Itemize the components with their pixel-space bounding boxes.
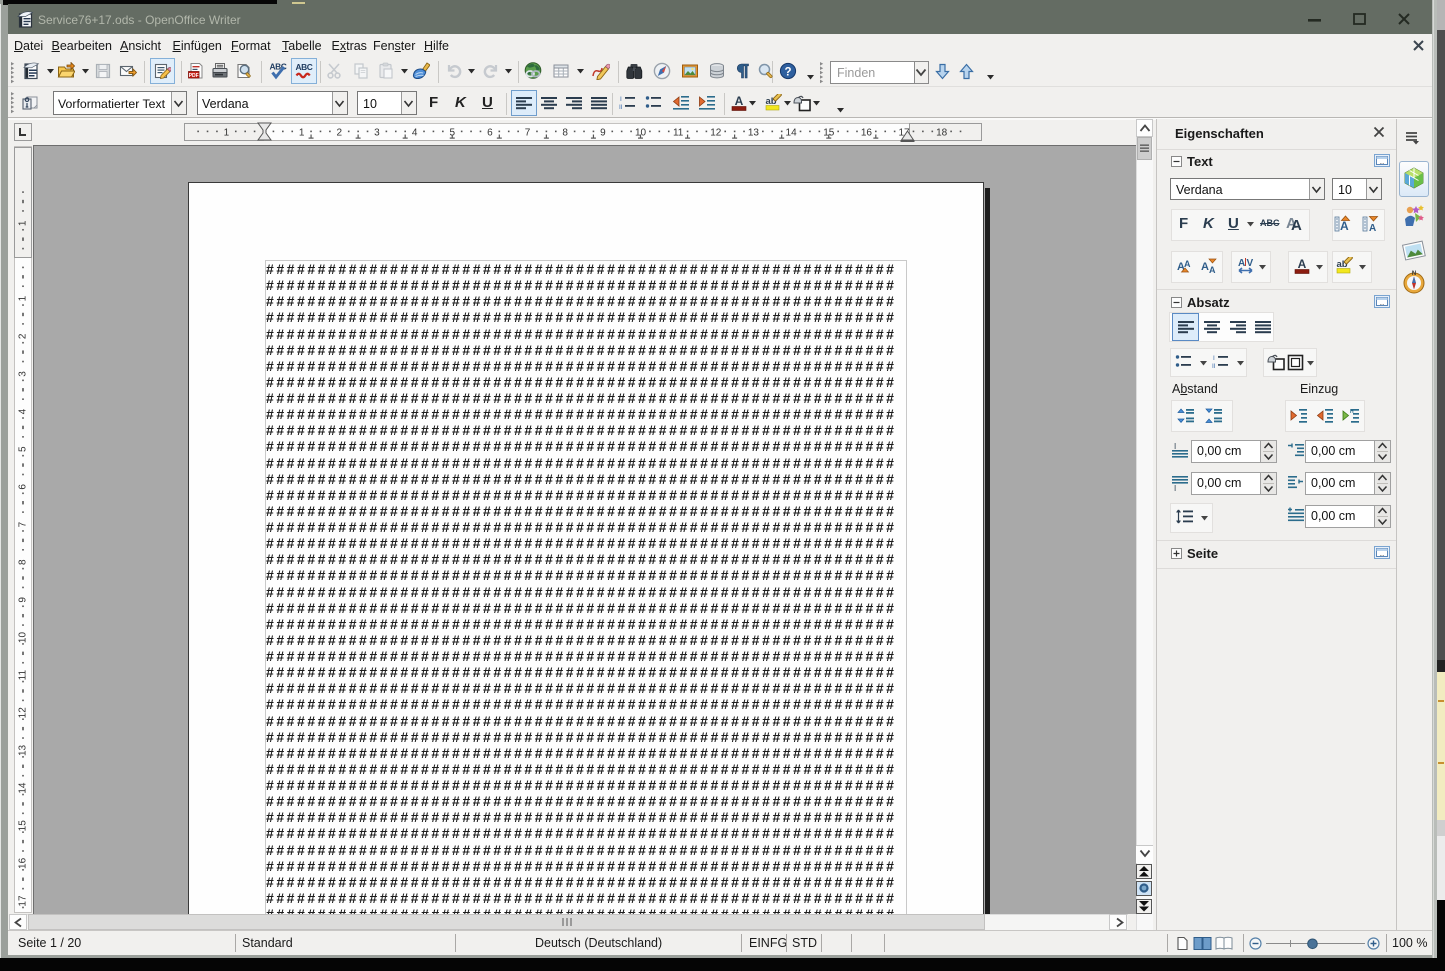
svg-text:12: 12 xyxy=(710,128,722,139)
svg-text:A: A xyxy=(1184,259,1191,269)
svg-text:7: 7 xyxy=(525,128,531,139)
svg-text:1: 1 xyxy=(299,128,305,139)
svg-text:9: 9 xyxy=(600,128,606,139)
svg-text:18: 18 xyxy=(936,128,948,139)
svg-text:5: 5 xyxy=(18,446,29,452)
svg-text:3: 3 xyxy=(374,128,380,139)
svg-text:2: 2 xyxy=(18,333,29,339)
svg-text:4: 4 xyxy=(18,408,29,414)
svg-text:1: 1 xyxy=(18,295,29,301)
svg-text:4: 4 xyxy=(412,128,418,139)
svg-text:14: 14 xyxy=(18,782,29,794)
svg-text:A: A xyxy=(1209,265,1216,275)
svg-text:A: A xyxy=(1369,223,1376,233)
svg-text:15: 15 xyxy=(18,820,29,832)
svg-text:...: ... xyxy=(1379,160,1384,166)
svg-text:2: 2 xyxy=(337,128,343,139)
svg-text:3: 3 xyxy=(18,371,29,377)
svg-text:A: A xyxy=(1238,258,1245,269)
svg-text:I: I xyxy=(1174,442,1176,451)
svg-text:V: V xyxy=(1247,258,1254,269)
svg-text:16: 16 xyxy=(861,128,873,139)
svg-text:I: I xyxy=(1174,484,1176,492)
svg-text:8: 8 xyxy=(18,559,29,565)
svg-text:1: 1 xyxy=(224,128,230,139)
svg-text:6: 6 xyxy=(18,484,29,490)
svg-text:13: 13 xyxy=(748,128,760,139)
svg-text:9: 9 xyxy=(18,597,29,603)
svg-text:1: 1 xyxy=(18,220,29,226)
svg-text:...: ... xyxy=(1379,301,1384,307)
svg-text:11: 11 xyxy=(673,128,684,139)
svg-text:7: 7 xyxy=(18,521,29,527)
svg-text:A: A xyxy=(1201,261,1209,273)
svg-text:H: H xyxy=(1350,409,1354,415)
svg-text:16: 16 xyxy=(18,857,29,869)
svg-text:6: 6 xyxy=(487,128,493,139)
svg-text:12: 12 xyxy=(18,707,29,719)
svg-text:II: II xyxy=(1212,363,1216,370)
svg-text:17: 17 xyxy=(18,895,29,907)
svg-text:N: N xyxy=(1412,271,1416,277)
svg-text:14: 14 xyxy=(786,128,798,139)
svg-text:I: I xyxy=(1213,355,1215,362)
svg-text:A: A xyxy=(1298,257,1307,271)
svg-text:10: 10 xyxy=(18,632,29,644)
svg-text:11: 11 xyxy=(18,670,29,681)
svg-text:...: ... xyxy=(1379,552,1384,558)
svg-text:A: A xyxy=(1340,219,1349,233)
svg-text:8: 8 xyxy=(562,128,568,139)
svg-text:13: 13 xyxy=(18,744,29,756)
